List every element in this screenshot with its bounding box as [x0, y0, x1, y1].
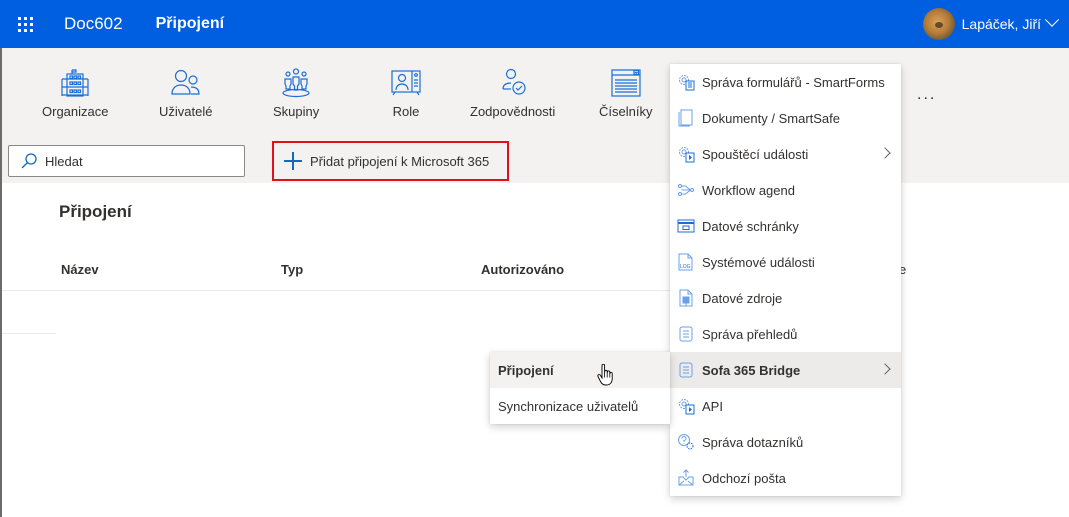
menu-item-questionnaires[interactable]: Správa dotazníků: [670, 424, 901, 460]
nav-zodpovednosti[interactable]: Zodpovědnosti: [470, 68, 555, 124]
menu-item-label: API: [702, 398, 723, 414]
menu-item-smartforms[interactable]: Správa formulářů - SmartForms: [670, 64, 901, 100]
menu-item-label: Workflow agend: [702, 182, 795, 198]
menu-item-databoxes[interactable]: Datové schránky: [670, 208, 901, 244]
search-icon: [21, 153, 37, 169]
sofa365-submenu: Připojení Synchronizace uživatelů: [490, 352, 670, 424]
column-header-autorizovano[interactable]: Autorizováno: [481, 262, 564, 277]
building-icon: [61, 69, 89, 97]
search-input[interactable]: [45, 153, 235, 169]
menu-item-documents[interactable]: Dokumenty / SmartSafe: [670, 100, 901, 136]
add-button-label: Přidat připojení k Microsoft 365: [310, 153, 490, 169]
documents-icon: [678, 109, 693, 127]
nav-label: Uživatelé: [159, 104, 213, 119]
databox-icon: [677, 219, 695, 233]
list-icon: [679, 362, 693, 378]
menu-item-label: Dokumenty / SmartSafe: [702, 110, 840, 126]
menu-item-label: Datové zdroje: [702, 290, 783, 306]
menu-item-system-events[interactable]: LOG Systémové události: [670, 244, 901, 280]
menu-item-label: Správa přehledů: [702, 326, 798, 342]
menu-item-sofa365-bridge[interactable]: Sofa 365 Bridge: [670, 352, 901, 388]
users-icon: [171, 69, 200, 95]
plus-icon: [284, 152, 302, 170]
chevron-down-icon: [1044, 12, 1060, 27]
log-file-icon: LOG: [678, 253, 693, 271]
datasource-icon: [679, 289, 693, 307]
page-name: Připojení: [155, 15, 225, 32]
nav-label: Zodpovědnosti: [470, 104, 556, 119]
list-icon: [679, 326, 693, 342]
menu-item-label: Spouštěcí události: [702, 146, 809, 162]
questionnaire-icon: [678, 434, 694, 450]
nav-uzivatele[interactable]: Uživatelé: [159, 68, 212, 124]
section-title: Připojení: [59, 202, 132, 221]
column-header-nazev[interactable]: Název: [61, 262, 99, 277]
outbox-icon: [678, 469, 694, 486]
app-name[interactable]: Doc602: [64, 14, 123, 34]
column-header-typ[interactable]: Typ: [281, 262, 303, 277]
top-bar: Doc602 Připojení Lapáček, Jiří: [0, 0, 1069, 48]
nav-role[interactable]: Role: [391, 68, 421, 124]
user-name: Lapáček, Jiří: [961, 16, 1041, 32]
menu-item-trigger-events[interactable]: Spouštěcí události: [670, 136, 901, 172]
chevron-right-icon: [879, 147, 891, 159]
submenu-item-connections[interactable]: Připojení: [490, 352, 670, 388]
menu-item-label: Správa formulářů - SmartForms: [702, 74, 885, 90]
api-gear-icon: [679, 399, 695, 415]
groups-icon: [282, 68, 310, 98]
nav-organizace[interactable]: Organizace: [42, 68, 108, 124]
workflow-icon: [678, 184, 694, 196]
menu-item-label: Systémové události: [702, 254, 815, 270]
menu-item-label: Sofa 365 Bridge: [702, 362, 801, 378]
menu-item-label: Odchozí pošta: [702, 470, 786, 486]
waffle-icon: [17, 16, 33, 32]
role-icon: [391, 70, 421, 96]
submenu-item-user-sync[interactable]: Synchronizace uživatelů: [490, 388, 670, 424]
chevron-right-icon: [879, 363, 891, 375]
hand-cursor-icon: [597, 364, 613, 386]
user-menu[interactable]: Lapáček, Jiří: [922, 8, 1060, 40]
menu-item-data-sources[interactable]: Datové zdroje: [670, 280, 901, 316]
nav-label: Číselníky: [599, 104, 653, 119]
row-divider: [2, 333, 56, 334]
nav-label: Organizace: [42, 104, 109, 119]
add-m365-connection-button[interactable]: Přidat připojení k Microsoft 365: [272, 141, 509, 181]
nav-label: Role: [392, 104, 420, 119]
more-button[interactable]: ...: [917, 86, 936, 104]
nav-ciselniky[interactable]: Číselníky: [599, 68, 652, 124]
trigger-gear-icon: [679, 147, 695, 163]
search-box[interactable]: [8, 145, 245, 177]
menu-item-overviews[interactable]: Správa přehledů: [670, 316, 901, 352]
codelist-icon: [611, 69, 641, 97]
responsibility-icon: [502, 68, 526, 95]
menu-item-label: Datové schránky: [702, 218, 799, 234]
menu-item-api[interactable]: API: [670, 388, 901, 424]
menu-item-label: Správa dotazníků: [702, 434, 804, 450]
nav-skupiny[interactable]: Skupiny: [273, 68, 319, 124]
window-left-edge: [0, 48, 2, 517]
app-launcher-button[interactable]: [0, 0, 50, 48]
forms-gear-icon: [679, 75, 695, 91]
svg-text:LOG: LOG: [680, 264, 691, 270]
menu-item-workflow[interactable]: Workflow agend: [670, 172, 901, 208]
nav-label: Skupiny: [273, 104, 320, 119]
more-menu: Správa formulářů - SmartForms Dokumenty …: [670, 64, 901, 496]
menu-item-outbox[interactable]: Odchozí pošta: [670, 460, 901, 496]
avatar: [922, 8, 955, 40]
